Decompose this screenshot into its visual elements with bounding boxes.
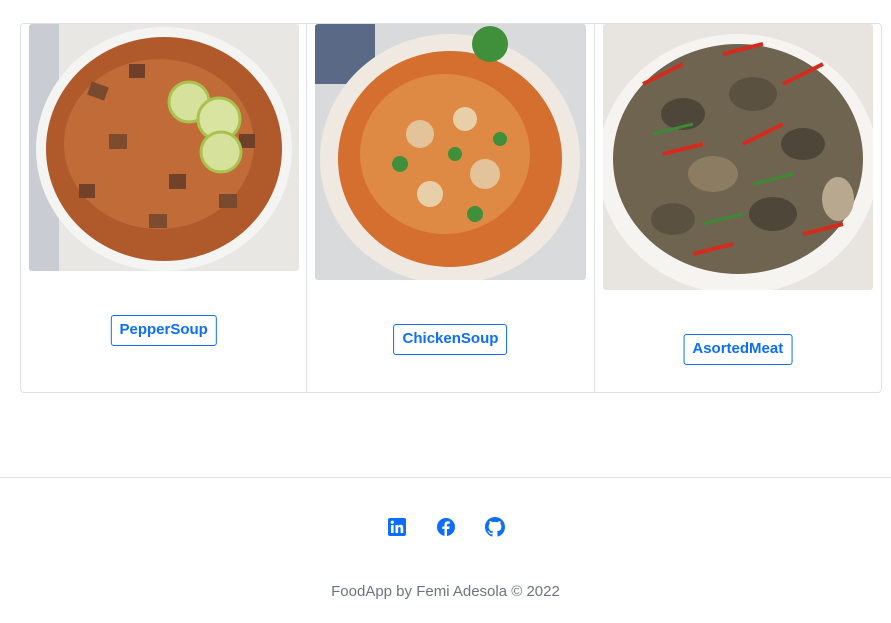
github-link[interactable] bbox=[484, 517, 505, 537]
meal-card-assorted-meat: AsortedMeat bbox=[595, 24, 881, 392]
footer-divider bbox=[0, 477, 891, 478]
facebook-link[interactable] bbox=[436, 517, 456, 537]
page: PepperSoup ChickenSoup AsortedMeat FoodA… bbox=[0, 0, 891, 623]
assorted-meat-image bbox=[602, 24, 873, 290]
chicken-soup-image bbox=[315, 24, 587, 280]
pepper-soup-button[interactable]: PepperSoup bbox=[110, 315, 217, 346]
social-links bbox=[0, 517, 891, 537]
meal-card-chicken-soup: ChickenSoup bbox=[307, 24, 595, 392]
chicken-soup-button[interactable]: ChickenSoup bbox=[393, 324, 508, 355]
meal-card-pepper-soup: PepperSoup bbox=[21, 24, 308, 392]
facebook-icon bbox=[436, 518, 455, 536]
pepper-soup-image bbox=[29, 24, 299, 271]
github-icon bbox=[484, 517, 505, 537]
linkedin-icon bbox=[387, 518, 406, 536]
footer-copyright: FoodApp by Femi Adesola © 2022 bbox=[331, 583, 560, 600]
linkedin-link[interactable] bbox=[387, 517, 407, 537]
assorted-meat-button[interactable]: AsortedMeat bbox=[683, 334, 793, 365]
meal-card-group: PepperSoup ChickenSoup AsortedMeat bbox=[20, 23, 882, 393]
